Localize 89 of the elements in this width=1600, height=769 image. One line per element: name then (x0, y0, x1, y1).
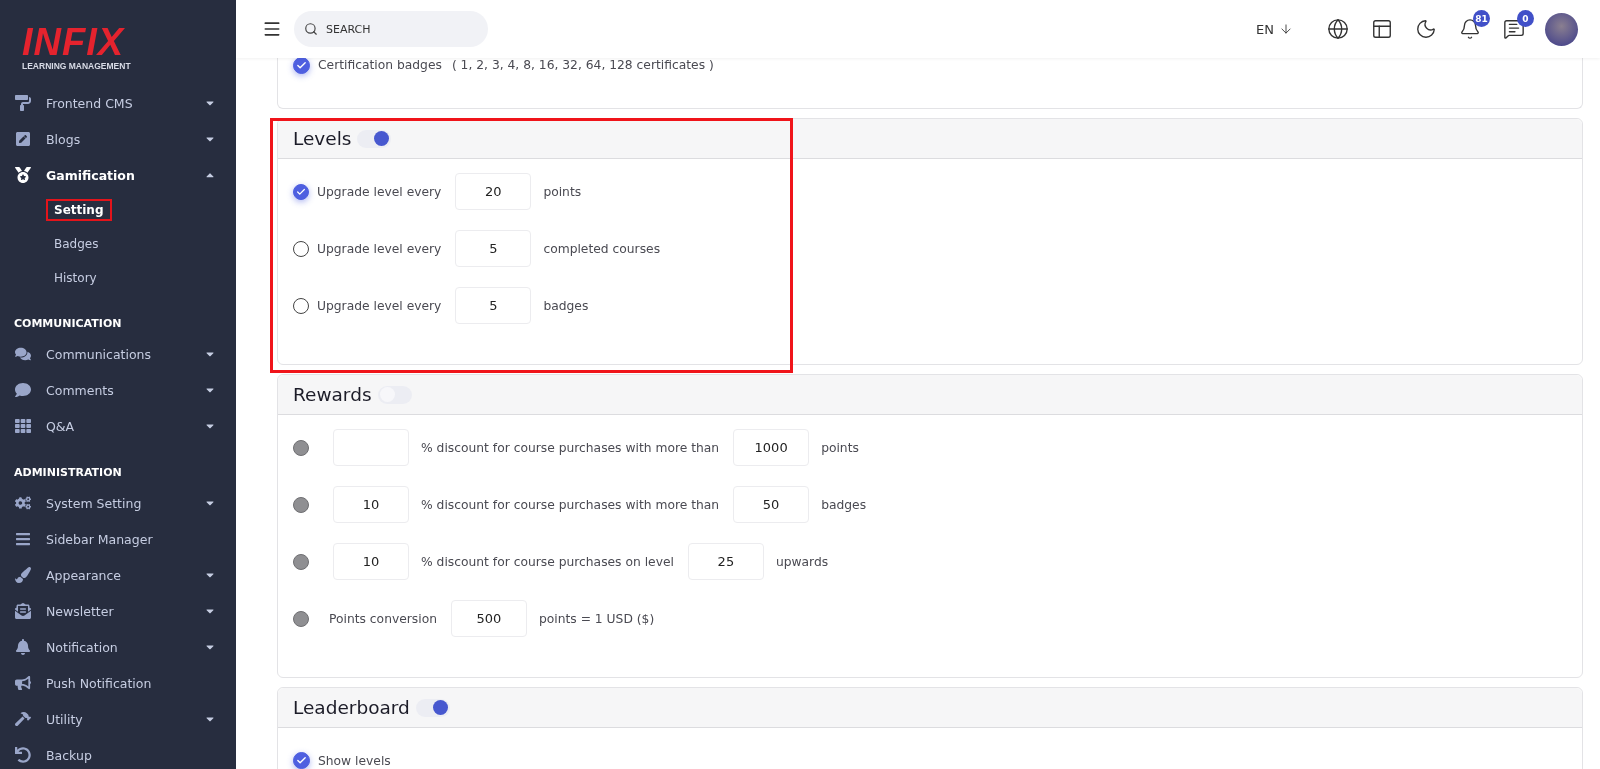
number-input[interactable]: 25 (687, 543, 764, 580)
option-label: badges (543, 298, 589, 313)
search-input[interactable]: SEARCH (324, 21, 478, 37)
section-title: Rewards (293, 384, 372, 405)
sidebar-item[interactable]: Gamification (46, 167, 190, 183)
language-selector[interactable]: EN (1250, 20, 1299, 38)
sidebar-item[interactable]: Utility (46, 711, 190, 727)
message-count: 0 (1517, 10, 1534, 27)
sidebar-subitem[interactable]: Setting (46, 199, 112, 221)
number-input[interactable]: 1000 (733, 429, 810, 466)
menu-item-icon (14, 603, 32, 619)
search-icon (304, 22, 318, 36)
option-label: % discount for course purchases with more than (421, 497, 720, 512)
radio-button[interactable] (293, 240, 309, 257)
option-label: Points conversion (329, 611, 437, 626)
sidebar-item[interactable]: Frontend CMS (46, 95, 190, 111)
sidebar-item[interactable]: Comments (46, 382, 190, 398)
radio-button[interactable] (293, 297, 309, 314)
checkbox[interactable] (293, 752, 310, 769)
menu-item-icon (14, 567, 32, 583)
sidebar-item[interactable]: Notification (46, 639, 190, 655)
number-input[interactable]: 5 (455, 287, 532, 324)
option-label: Certification badges (318, 58, 442, 72)
sidebar-item[interactable]: System Setting (46, 495, 190, 511)
menu-item-icon (14, 675, 32, 691)
avatar[interactable] (1545, 12, 1578, 46)
toggle-switch[interactable] (357, 129, 392, 148)
menu-icon[interactable] (262, 19, 282, 39)
menu-item-icon (14, 747, 32, 763)
menu-item-icon (14, 639, 32, 655)
number-input[interactable]: 10 (333, 543, 409, 580)
notification-count: 81 (1473, 10, 1490, 27)
option-label: points (543, 184, 582, 199)
sidebar-heading: COMMUNICATION (13, 316, 123, 332)
menu-item-icon (14, 131, 32, 147)
logo-tagline: LEARNING MANAGEMENT (22, 61, 131, 71)
globe-icon[interactable] (1327, 18, 1349, 40)
option-label: completed courses (543, 241, 661, 256)
radio-button[interactable] (293, 610, 309, 627)
menu-item-icon (14, 495, 32, 511)
moon-icon[interactable] (1415, 18, 1437, 40)
section-title: Leaderboard (293, 697, 410, 718)
radio-button[interactable] (293, 183, 309, 200)
radio-button[interactable] (293, 553, 309, 570)
sidebar-heading: ADMINISTRATION (13, 465, 123, 481)
menu-item-icon (14, 382, 32, 398)
number-input[interactable]: 500 (450, 600, 527, 637)
option-label: % discount for course purchases on level (421, 554, 674, 569)
menu-item-icon (14, 711, 32, 727)
sidebar-item[interactable]: Sidebar Manager (46, 531, 216, 547)
option-label: Show levels (318, 753, 391, 768)
radio-button[interactable] (293, 496, 309, 513)
menu-item-icon (14, 95, 32, 111)
sidebar-item[interactable]: Push Notification (46, 675, 216, 691)
sidebar-item[interactable]: Appearance (46, 567, 190, 583)
menu-item-icon (14, 418, 32, 434)
option-label: Upgrade level every (317, 298, 442, 313)
menu-item-icon (14, 167, 32, 183)
option-label: points (821, 440, 859, 455)
menu-item-icon (14, 531, 32, 547)
option-label: badges (821, 497, 867, 512)
checkbox[interactable] (293, 58, 310, 74)
arrow-down-icon (1279, 22, 1293, 36)
layout-icon[interactable] (1371, 18, 1393, 40)
option-label: ( 1, 2, 3, 4, 8, 16, 32, 64, 128 certificates ) (451, 58, 714, 72)
section-title: Levels (293, 128, 352, 149)
check-icon (296, 59, 307, 71)
number-input[interactable]: 50 (733, 486, 810, 523)
option-label: points = 1 USD ($) (538, 611, 655, 626)
number-input[interactable]: 20 (455, 173, 532, 210)
number-input[interactable]: 10 (333, 486, 409, 523)
option-label: upwards (775, 554, 829, 569)
option-label: Upgrade level every (317, 184, 442, 199)
sidebar-item[interactable]: Communications (46, 346, 190, 362)
sidebar-subitem[interactable]: Badges (46, 233, 107, 255)
option-label: Upgrade level every (317, 241, 442, 256)
radio-button[interactable] (293, 439, 309, 456)
sidebar-item[interactable]: Blogs (46, 131, 190, 147)
sidebar-item[interactable]: Backup (46, 747, 216, 763)
number-input[interactable]: 5 (455, 230, 532, 267)
check-icon (296, 186, 306, 197)
sidebar-subitem[interactable]: History (46, 267, 105, 289)
toggle-switch[interactable] (415, 698, 450, 717)
check-icon (296, 755, 307, 766)
menu-item-icon (14, 346, 32, 362)
search-field[interactable]: SEARCH (294, 11, 488, 47)
option-label: % discount for course purchases with more than (421, 440, 720, 455)
sidebar-item[interactable]: Q&A (46, 418, 190, 434)
sidebar-item[interactable]: Newsletter (46, 603, 190, 619)
